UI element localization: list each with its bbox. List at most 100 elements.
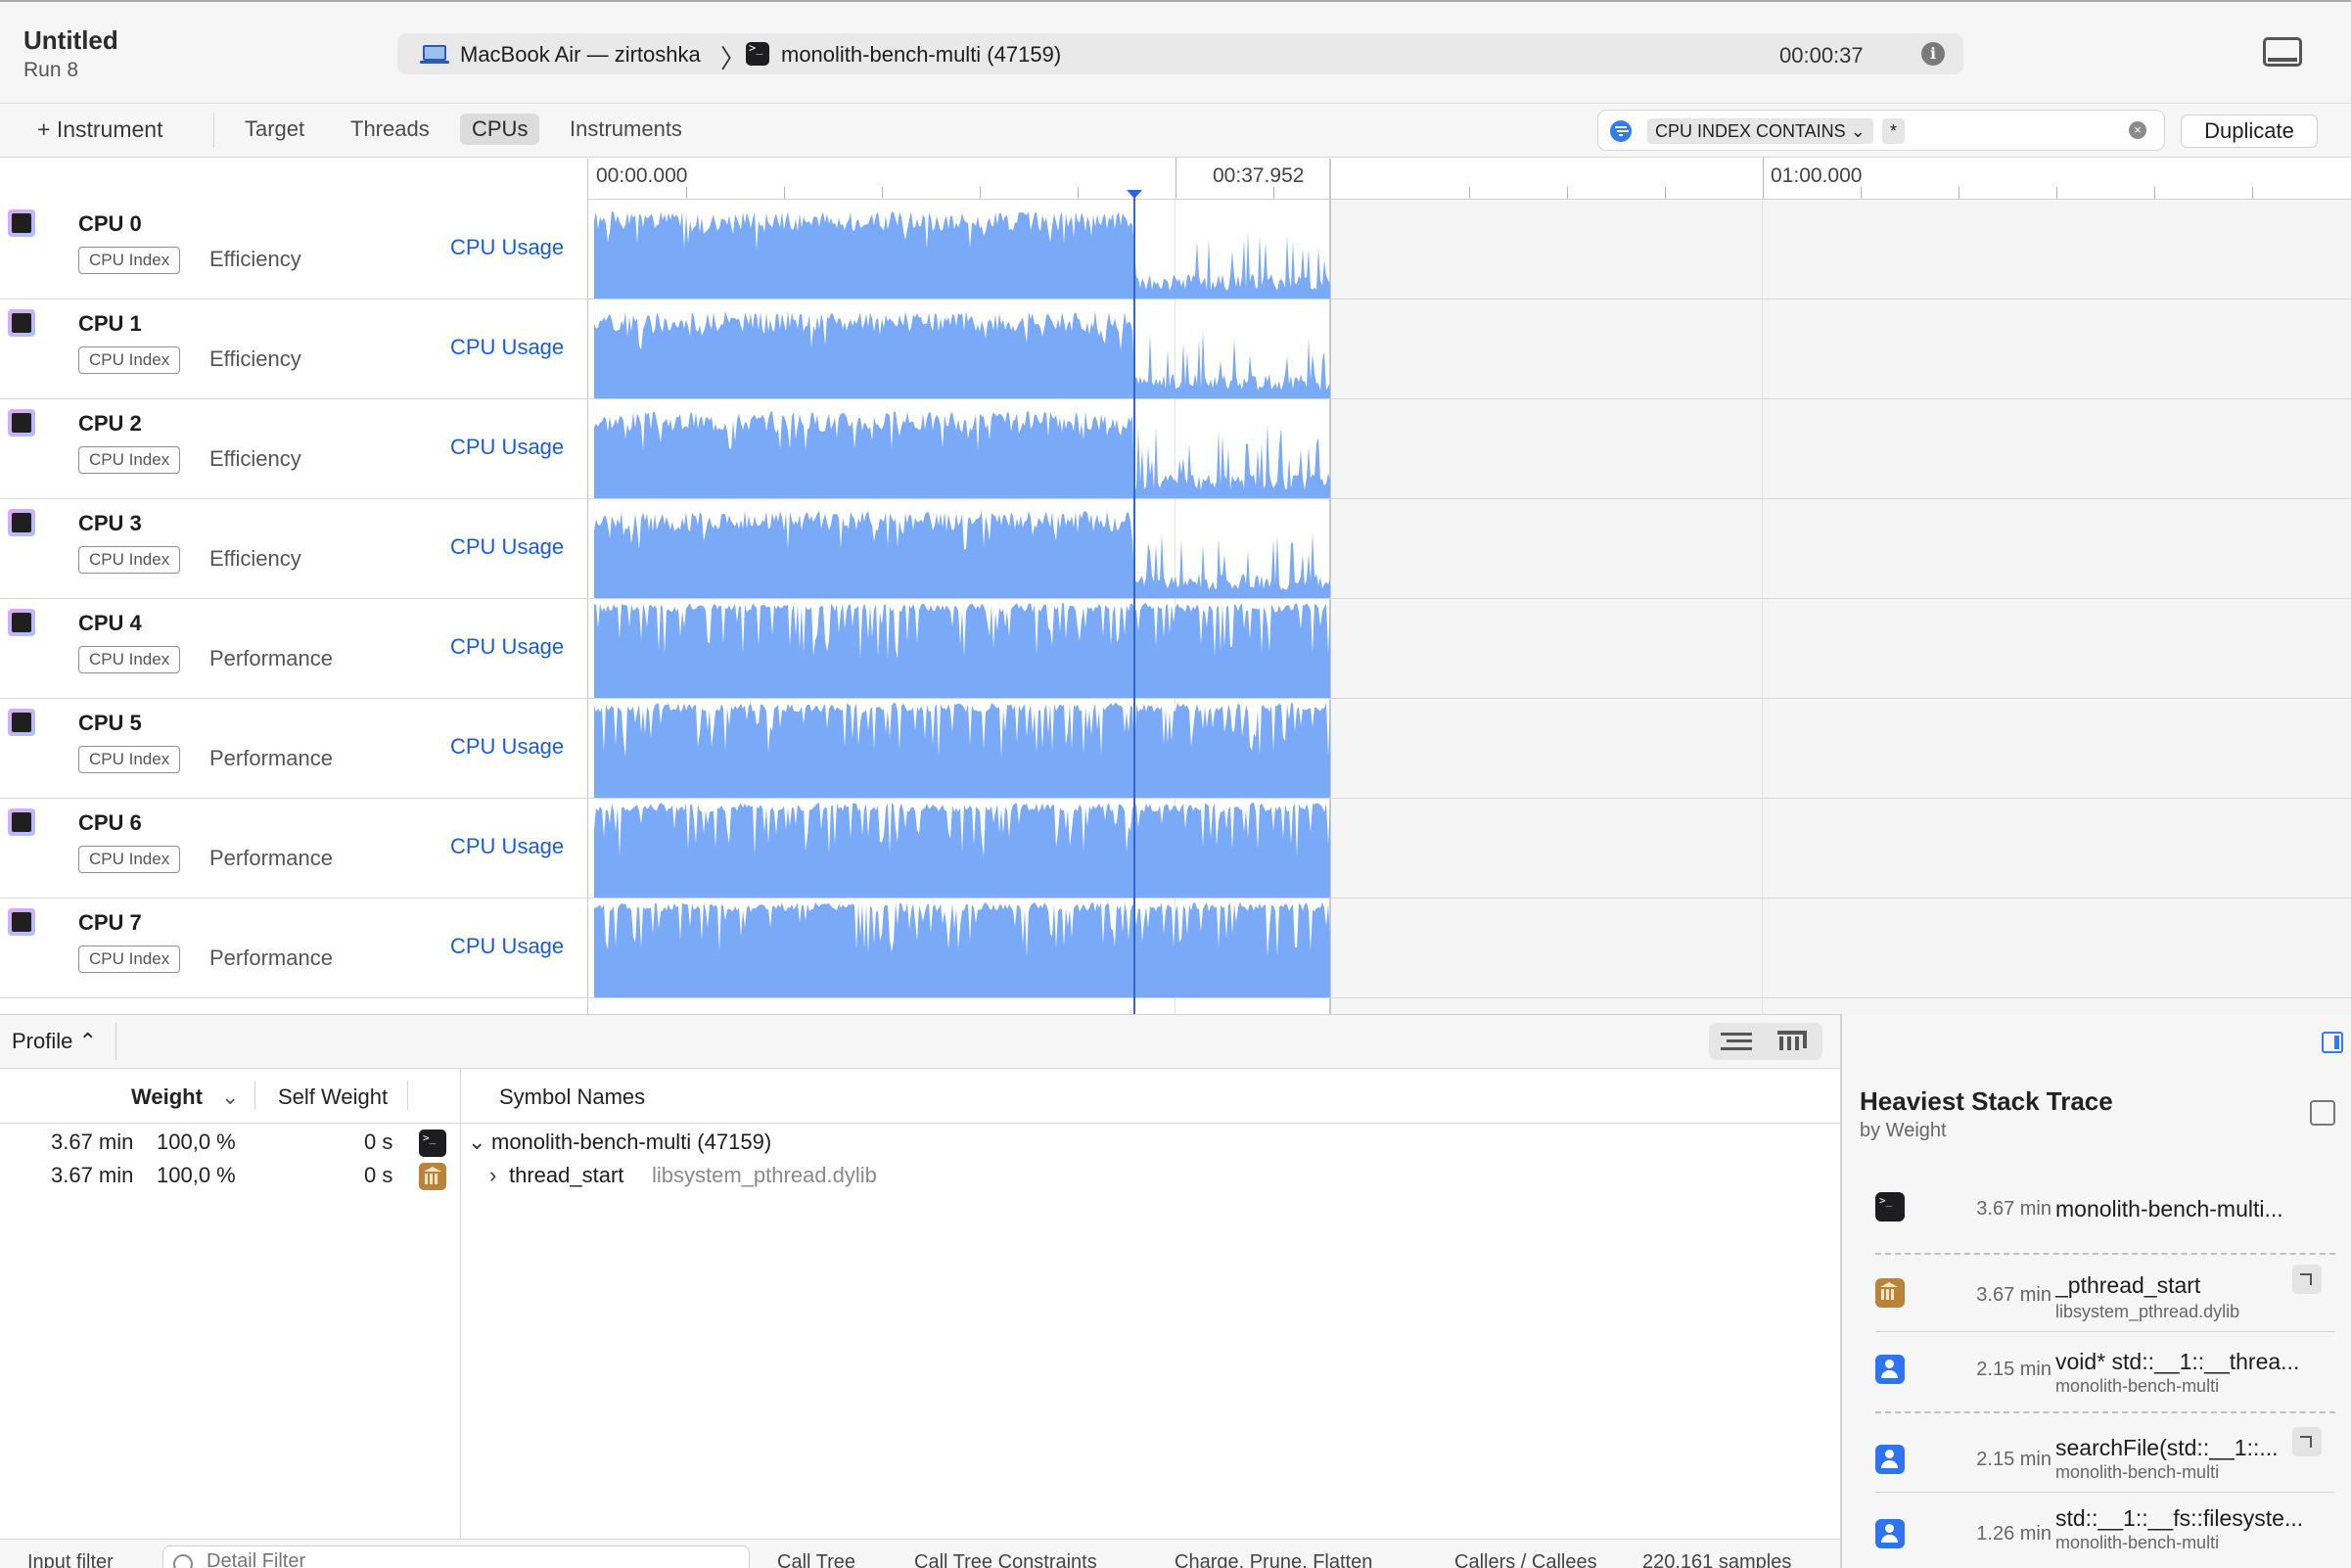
stack-separator — [1875, 1492, 2335, 1493]
inspection-head-marker[interactable] — [1127, 190, 1142, 199]
track-instrument-link[interactable]: CPU Usage — [450, 634, 564, 660]
ruler-label-inspection: 00:37.952 — [1213, 164, 1305, 187]
cpu-usage-graph[interactable] — [594, 599, 1330, 698]
charge-prune-flatten-button[interactable]: Charge, Prune, Flatten — [1175, 1551, 1372, 1568]
track-instrument-link[interactable]: CPU Usage — [450, 335, 564, 360]
column-separator — [254, 1081, 255, 1110]
stack-frame[interactable]: 2.15 min void* std::__1::__threa... mono… — [1842, 1337, 2351, 1400]
process-label[interactable]: monolith-bench-multi (47159) — [781, 42, 1061, 68]
filter-value[interactable]: * — [1882, 118, 1906, 144]
track-badge: CPU Index — [78, 846, 181, 873]
callers-callees-button[interactable]: Callers / Callees — [1454, 1551, 1597, 1568]
input-filter-button[interactable]: Input filter — [27, 1551, 114, 1568]
detail-bar: Profile ⌃ — [0, 1014, 1840, 1069]
track-instrument-link[interactable]: CPU Usage — [450, 435, 564, 460]
cpu-usage-graph[interactable] — [594, 699, 1330, 798]
chevron-right-icon[interactable]: › — [489, 1163, 496, 1188]
track-cluster: Performance — [209, 846, 333, 870]
cpu-usage-graph[interactable] — [594, 300, 1330, 398]
timeline[interactable]: 00:00.000 00:37.952 01:00.000 CPU 0 CPU … — [0, 158, 2351, 1014]
track-instrument-link[interactable]: CPU Usage — [450, 934, 564, 959]
tab-target[interactable]: Target — [233, 114, 316, 145]
stack-frame[interactable]: 3.67 min _pthread_start libsystem_pthrea… — [1842, 1265, 2351, 1327]
time-ruler[interactable]: 00:00.000 00:37.952 01:00.000 — [587, 158, 2351, 200]
cpu-usage-graph[interactable] — [594, 899, 1330, 997]
sort-chevron-icon[interactable]: ⌄ — [221, 1084, 239, 1110]
inspection-head-line[interactable] — [1133, 190, 1135, 1014]
track-cpu-0[interactable]: CPU 0 CPU Index Efficiency CPU Usage — [0, 200, 2351, 300]
run-target-bar[interactable]: MacBook Air — zirtoshka 〉 >_ monolith-be… — [397, 33, 1963, 74]
call-tree-constraints-button[interactable]: Call Tree Constraints — [914, 1551, 1097, 1568]
flame-graph-icon[interactable] — [1777, 1031, 1807, 1052]
call-tree-button[interactable]: Call Tree — [777, 1551, 855, 1568]
row-self-weight: 0 s — [364, 1163, 393, 1187]
track-cpu-4[interactable]: CPU 4 CPU Index Performance CPU Usage — [0, 599, 2351, 699]
cpu-track-icon — [8, 808, 35, 836]
scope-toolbar: + Instrument Target Threads CPUs Instrum… — [0, 105, 2351, 158]
chevron-down-icon[interactable]: ⌄ — [468, 1130, 485, 1155]
cpu-usage-graph[interactable] — [594, 499, 1330, 598]
track-cpu-6[interactable]: CPU 6 CPU Index Performance CPU Usage — [0, 799, 2351, 899]
track-name: CPU 6 — [78, 810, 142, 835]
frame-weight: 1.26 min — [1976, 1523, 2051, 1545]
track-badge: CPU Index — [78, 746, 181, 773]
row-self-weight: 0 s — [364, 1130, 393, 1154]
branch-icon[interactable] — [2292, 1427, 2322, 1456]
cpu-usage-graph[interactable] — [594, 200, 1330, 299]
column-self-weight[interactable]: Self Weight — [278, 1084, 388, 1110]
ruler-tick — [882, 187, 883, 199]
track-cpu-7[interactable]: CPU 7 CPU Index Performance CPU Usage — [0, 899, 2351, 998]
detail-filter-input[interactable] — [207, 1550, 696, 1568]
profile-select[interactable]: Profile ⌃ — [12, 1029, 97, 1054]
column-weight[interactable]: Weight — [131, 1084, 203, 1110]
list-view-icon[interactable] — [1721, 1033, 1752, 1050]
stack-frame[interactable]: 1.26 min std::__1::__fs::filesyste... mo… — [1842, 1498, 2351, 1560]
device-label[interactable]: MacBook Air — zirtoshka — [460, 42, 701, 68]
track-cpu-3[interactable]: CPU 3 CPU Index Efficiency CPU Usage — [0, 499, 2351, 599]
track-instrument-link[interactable]: CPU Usage — [450, 834, 564, 859]
track-cpu-5[interactable]: CPU 5 CPU Index Performance CPU Usage — [0, 699, 2351, 799]
detail-filter-field[interactable] — [162, 1545, 750, 1568]
column-symbol-names[interactable]: Symbol Names — [499, 1084, 645, 1110]
track-cpu-2[interactable]: CPU 2 CPU Index Efficiency CPU Usage — [0, 399, 2351, 499]
table-row[interactable]: 3.67 min 100,0 % 0 s › thread_start libs… — [0, 1161, 1840, 1194]
track-cluster: Performance — [209, 746, 333, 770]
track-name: CPU 3 — [78, 511, 142, 535]
view-mode-toggle[interactable] — [1709, 1023, 1822, 1060]
bottom-panel-toggle-icon[interactable] — [2263, 37, 2302, 67]
clear-icon[interactable]: × — [2129, 121, 2146, 139]
tab-threads[interactable]: Threads — [339, 114, 441, 145]
cpu-usage-graph[interactable] — [594, 399, 1330, 498]
duplicate-button[interactable]: Duplicate — [2181, 115, 2318, 148]
track-instrument-link[interactable]: CPU Usage — [450, 734, 564, 760]
track-instrument-link[interactable]: CPU Usage — [450, 534, 564, 560]
stack-separator — [1875, 1331, 2335, 1332]
row-symbol: monolith-bench-multi (47159) — [491, 1130, 772, 1154]
tab-instruments[interactable]: Instruments — [558, 114, 694, 145]
inspector-title: Heaviest Stack Trace — [1860, 1086, 2113, 1116]
cpu-usage-area — [594, 410, 1330, 498]
track-filter-field[interactable]: CPU INDEX CONTAINS ⌄ * × — [1597, 110, 2165, 151]
cpu-usage-graph[interactable] — [594, 799, 1330, 898]
table-row[interactable]: 3.67 min 100,0 % 0 s ⌄ monolith-bench-mu… — [0, 1128, 1840, 1161]
stack-frame[interactable]: 3.67 min monolith-bench-multi... — [1842, 1188, 2351, 1251]
filter-token[interactable]: CPU INDEX CONTAINS ⌄ — [1647, 118, 1873, 144]
info-icon[interactable]: i — [1921, 42, 1945, 66]
cpu-usage-area — [594, 310, 1330, 398]
ruler-tick — [2056, 187, 2057, 199]
track-badge: CPU Index — [78, 945, 181, 973]
track-cpu-1[interactable]: CPU 1 CPU Index Efficiency CPU Usage — [0, 300, 2351, 399]
tab-cpus[interactable]: CPUs — [460, 114, 540, 145]
track-instrument-link[interactable]: CPU Usage — [450, 235, 564, 260]
cpu-usage-area — [594, 703, 1330, 798]
table-header: Weight ⌄ Self Weight Symbol Names — [0, 1069, 1840, 1124]
toolbar-divider — [213, 113, 214, 148]
add-instrument-button[interactable]: + Instrument — [37, 116, 162, 143]
stack-frame[interactable]: 2.15 min searchFile(std::__1::... monoli… — [1842, 1423, 2351, 1486]
cpu-usage-area — [594, 603, 1330, 698]
sidebar-toggle-icon[interactable] — [2322, 1032, 2343, 1053]
ruler-tick — [1567, 187, 1568, 199]
track-cluster: Efficiency — [209, 546, 301, 571]
branch-icon[interactable] — [2292, 1265, 2322, 1294]
expand-icon[interactable] — [2310, 1100, 2335, 1126]
